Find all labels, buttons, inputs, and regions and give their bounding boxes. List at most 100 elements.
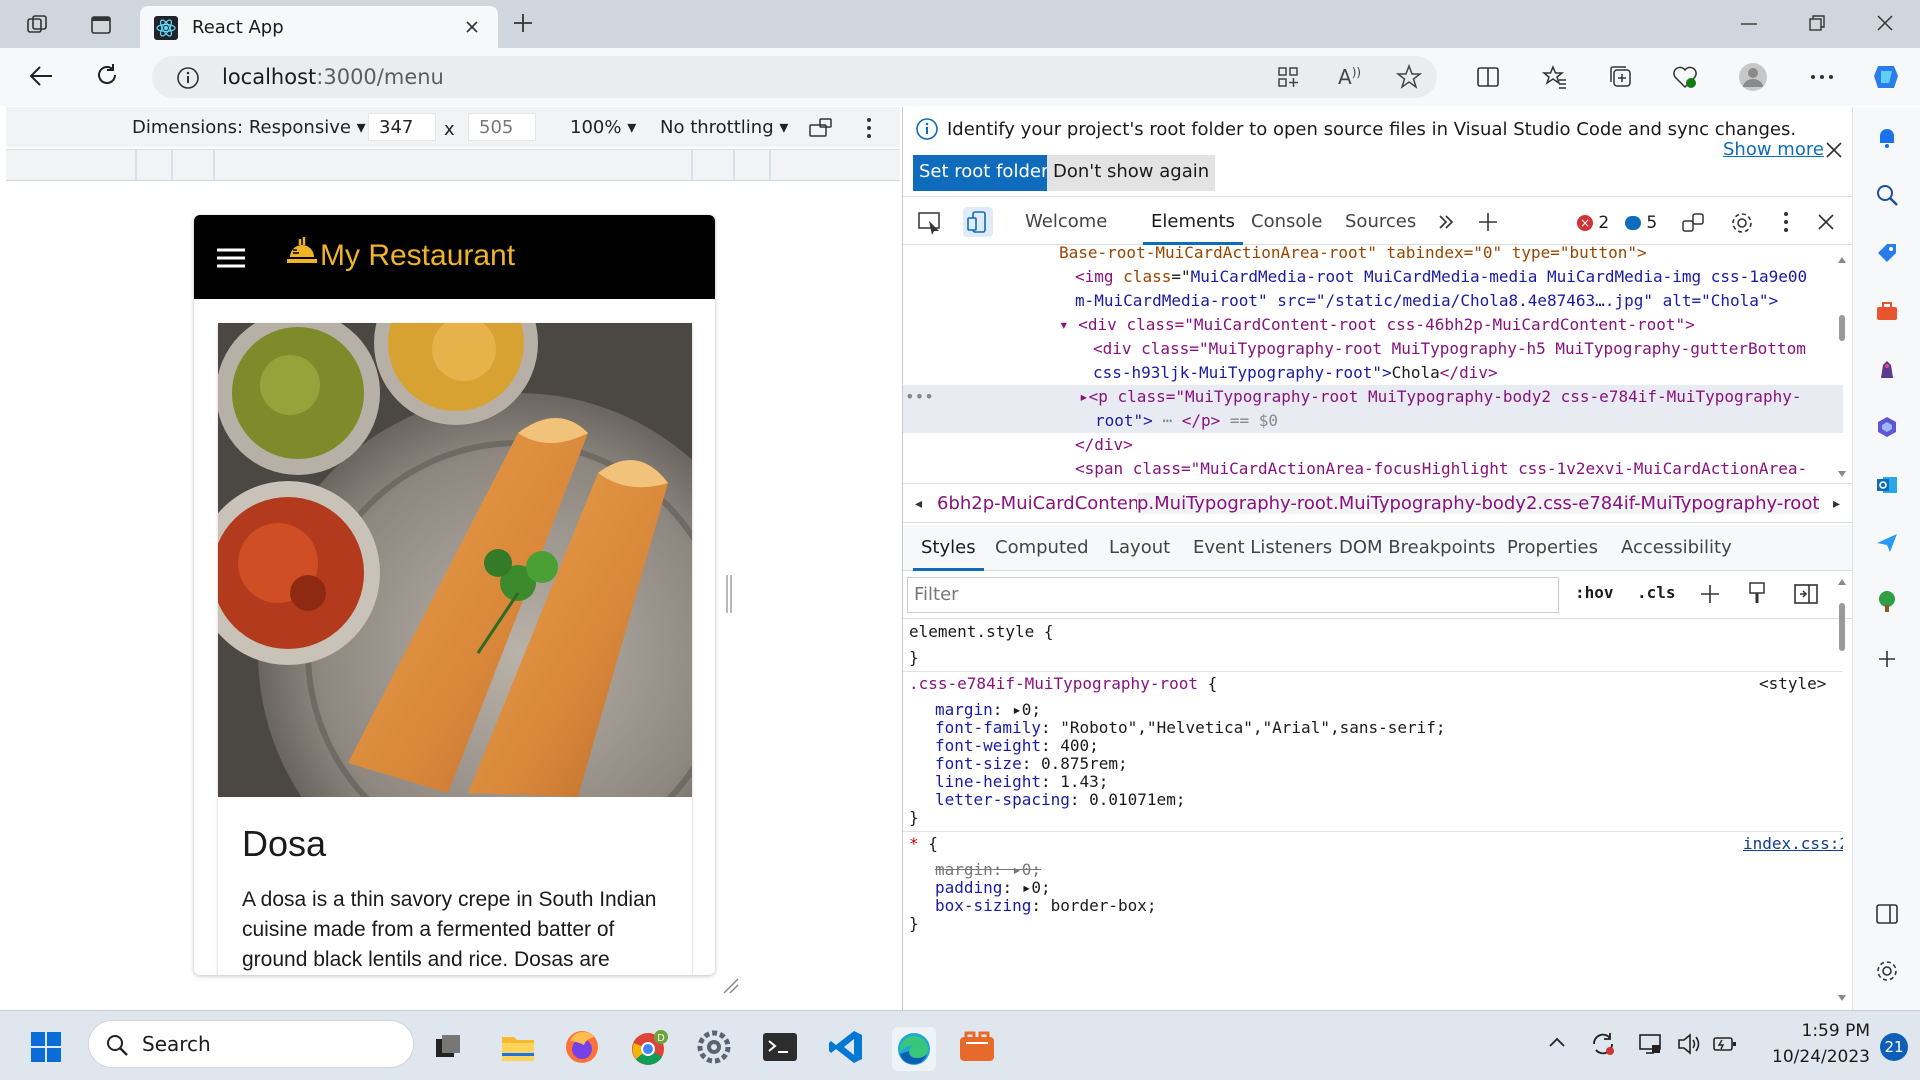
breadcrumb-item-p[interactable]: p.MuiTypography-root.MuiTypography-body2… xyxy=(1137,493,1820,514)
element-style-rule[interactable]: element.style { xyxy=(909,621,1054,643)
sync-icon[interactable] xyxy=(1590,1031,1616,1057)
file-explorer-icon[interactable] xyxy=(500,1031,536,1063)
show-hidden-icons[interactable] xyxy=(1548,1035,1566,1049)
rule-selector[interactable]: * { xyxy=(909,833,938,855)
dom-scrollbar[interactable] xyxy=(1837,253,1847,483)
error-count-badge[interactable]: × 2 xyxy=(1577,213,1609,233)
dont-show-again-button[interactable]: Don't show again xyxy=(1047,155,1216,191)
send-icon[interactable] xyxy=(1875,531,1899,555)
rotate-icon[interactable] xyxy=(808,117,834,139)
expand-triangle-icon[interactable]: ▸ xyxy=(1079,387,1089,406)
site-info-icon[interactable] xyxy=(176,66,200,90)
profile-avatar[interactable] xyxy=(1738,62,1768,92)
favorites-icon[interactable] xyxy=(1542,64,1568,90)
firefox-icon[interactable] xyxy=(564,1029,600,1065)
terminal-icon[interactable] xyxy=(762,1031,798,1063)
css-declaration[interactable]: letter-spacing: 0.01071em; xyxy=(935,789,1185,811)
cls-toggle[interactable]: .cls xyxy=(1637,583,1676,602)
address-bar[interactable]: localhost:3000/menu A)) xyxy=(152,56,1437,98)
more-options-icon[interactable] xyxy=(1810,74,1834,80)
tab-event-listeners[interactable]: Event Listeners xyxy=(1193,537,1332,558)
media-query-ruler[interactable] xyxy=(6,149,900,181)
selected-dom-node[interactable]: ••• ▸<p class="MuiTypography-root MuiTyp… xyxy=(903,385,1843,433)
refresh-icon[interactable] xyxy=(94,62,120,88)
hamburger-menu-icon[interactable] xyxy=(216,247,246,269)
task-view-icon[interactable] xyxy=(434,1033,464,1061)
tab-console[interactable]: Console xyxy=(1251,211,1322,232)
notification-count-badge[interactable]: 21 xyxy=(1880,1033,1908,1061)
browser-essentials-icon[interactable] xyxy=(1672,64,1698,90)
vertical-tabs-icon[interactable] xyxy=(90,14,112,36)
rule-source-link[interactable]: index.css:2 xyxy=(1743,833,1843,855)
volume-icon[interactable] xyxy=(1676,1031,1702,1057)
close-devtools-icon[interactable] xyxy=(1817,213,1835,231)
search-sidebar-icon[interactable] xyxy=(1875,183,1899,207)
corner-resize-handle[interactable] xyxy=(720,975,740,995)
new-tab-icon[interactable] xyxy=(512,12,534,34)
dimensions-dropdown[interactable]: Dimensions: Responsive ▾ xyxy=(132,117,366,138)
close-window-icon[interactable] xyxy=(1876,14,1894,32)
battery-icon[interactable] xyxy=(1712,1033,1738,1055)
tab-dom-breakpoints[interactable]: DOM Breakpoints xyxy=(1339,537,1495,558)
paint-brush-icon[interactable] xyxy=(1747,581,1767,607)
dom-ellipsis-icon[interactable]: ••• xyxy=(905,385,934,409)
tab-computed[interactable]: Computed xyxy=(995,537,1089,558)
collapse-triangle-icon[interactable]: ▾ xyxy=(1059,315,1069,334)
close-infobar-icon[interactable] xyxy=(1825,141,1843,159)
close-tab-icon[interactable] xyxy=(464,19,480,35)
css-declaration[interactable]: box-sizing: border-box; xyxy=(935,895,1157,917)
taskbar-search[interactable]: Search xyxy=(88,1020,414,1068)
chrome-icon[interactable]: D xyxy=(630,1029,668,1067)
collapsed-content-icon[interactable]: ⋯ xyxy=(1162,411,1172,430)
sidebar-settings-icon[interactable] xyxy=(1875,959,1899,983)
copilot-icon[interactable] xyxy=(1870,60,1904,94)
device-more-icon[interactable] xyxy=(866,117,872,139)
tab-styles[interactable]: Styles xyxy=(913,537,984,571)
collections-icon[interactable] xyxy=(1608,64,1634,90)
resize-handle[interactable] xyxy=(724,573,734,615)
dom-line-img[interactable]: <img class="MuiCardMedia-root MuiCardMed… xyxy=(1075,265,1807,289)
games-icon[interactable] xyxy=(1875,357,1899,381)
settings-app-icon[interactable] xyxy=(696,1029,732,1065)
inspect-element-icon[interactable] xyxy=(917,211,943,235)
more-tabs-icon[interactable] xyxy=(1437,213,1455,231)
clock-date[interactable]: 10/24/2023 xyxy=(1744,1047,1870,1067)
tab-layout[interactable]: Layout xyxy=(1109,537,1170,558)
notifications-icon[interactable] xyxy=(1875,125,1899,149)
back-icon[interactable] xyxy=(28,64,54,88)
breadcrumb-right-icon[interactable]: ▸ xyxy=(1833,496,1840,512)
width-input[interactable]: 347 xyxy=(368,113,436,141)
split-screen-icon[interactable] xyxy=(1476,66,1500,88)
vscode-icon[interactable] xyxy=(828,1029,864,1065)
styles-filter-input[interactable]: Filter xyxy=(907,577,1559,613)
settings-gear-icon[interactable] xyxy=(1729,210,1755,236)
message-count-badge[interactable]: 5 xyxy=(1625,213,1657,233)
favorite-star-icon[interactable] xyxy=(1396,64,1422,90)
read-aloud-icon[interactable]: A)) xyxy=(1338,65,1361,89)
outlook-icon[interactable] xyxy=(1875,473,1899,497)
app-title[interactable]: My Restaurant xyxy=(320,239,515,273)
set-root-folder-button[interactable]: Set root folder xyxy=(913,155,1055,191)
tab-elements[interactable]: Elements xyxy=(1143,211,1243,245)
hide-sidebar-icon[interactable] xyxy=(1875,903,1899,925)
dom-line-div[interactable]: ▾ <div class="MuiCardContent-root css-46… xyxy=(1059,313,1695,337)
minimize-icon[interactable] xyxy=(1740,22,1758,26)
windows-start-icon[interactable] xyxy=(30,1031,62,1063)
height-input[interactable]: 505 xyxy=(468,113,536,141)
restore-icon[interactable] xyxy=(1808,14,1826,32)
tab-react-app[interactable]: React App xyxy=(140,6,498,48)
tree-icon[interactable] xyxy=(1875,589,1899,613)
network-icon[interactable] xyxy=(1638,1031,1664,1057)
edge-icon[interactable] xyxy=(892,1027,936,1071)
tab-welcome[interactable]: Welcome xyxy=(1025,211,1107,232)
workspaces-icon[interactable] xyxy=(26,14,48,36)
tab-sources[interactable]: Sources xyxy=(1345,211,1416,232)
zoom-dropdown[interactable]: 100% ▾ xyxy=(570,117,636,138)
new-style-rule-icon[interactable] xyxy=(1699,583,1723,607)
tab-properties[interactable]: Properties xyxy=(1507,537,1598,558)
device-emulation-icon[interactable] xyxy=(963,207,993,237)
app-icon[interactable] xyxy=(958,1029,996,1065)
rule-source[interactable]: <style> xyxy=(1759,673,1826,695)
microsoft-365-icon[interactable] xyxy=(1875,415,1899,439)
toggle-sidebar-icon[interactable] xyxy=(1793,583,1819,605)
